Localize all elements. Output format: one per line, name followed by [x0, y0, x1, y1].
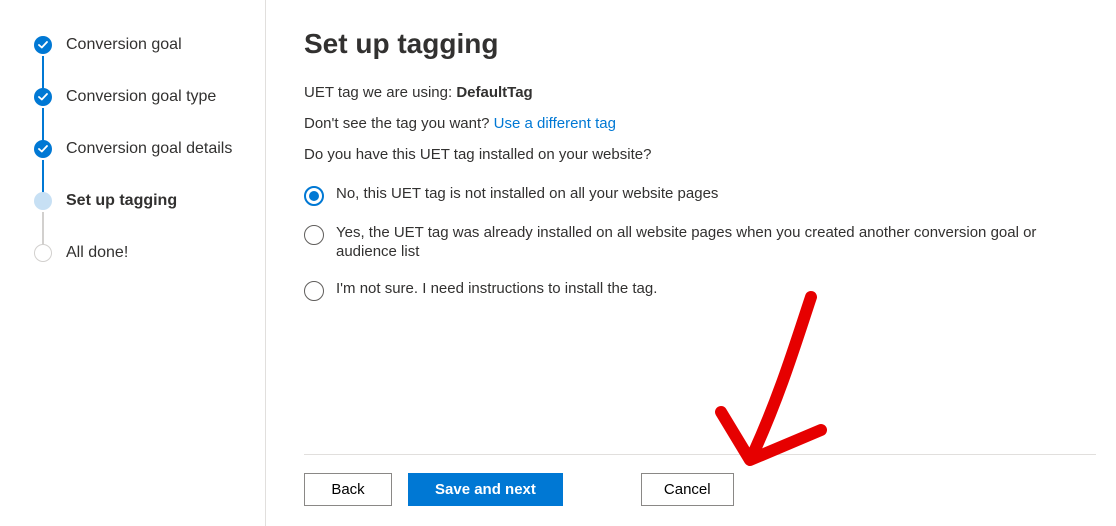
radio-option-not-sure[interactable]: I'm not sure. I need instructions to ins… [304, 280, 1096, 301]
uet-tag-line: UET tag we are using: DefaultTag [304, 84, 1096, 101]
wizard-footer: Back Save and next Cancel [304, 454, 1096, 506]
step-conversion-goal[interactable]: Conversion goal [34, 36, 245, 88]
wizard-steps-sidebar: Conversion goal Conversion goal type Con… [0, 0, 266, 526]
dont-see-line: Don't see the tag you want? Use a differ… [304, 115, 1096, 132]
uet-value: DefaultTag [456, 84, 532, 101]
page-title: Set up tagging [304, 28, 1096, 60]
step-all-done[interactable]: All done! [34, 244, 245, 262]
step-label: All done! [66, 244, 128, 262]
radio-label: Yes, the UET tag was already installed o… [336, 224, 1096, 262]
current-step-icon [34, 192, 52, 210]
radio-option-no[interactable]: No, this UET tag is not installed on all… [304, 185, 1096, 206]
step-conversion-goal-type[interactable]: Conversion goal type [34, 88, 245, 140]
checkmark-icon [34, 140, 52, 158]
dont-see-text: Don't see the tag you want? [304, 115, 494, 132]
step-label: Conversion goal details [66, 140, 232, 158]
save-and-next-button[interactable]: Save and next [408, 473, 563, 506]
spacer [579, 473, 625, 506]
step-conversion-goal-details[interactable]: Conversion goal details [34, 140, 245, 192]
checkmark-icon [34, 88, 52, 106]
step-label: Set up tagging [66, 192, 177, 210]
future-step-icon [34, 244, 52, 262]
radio-icon [304, 281, 324, 301]
radio-option-yes[interactable]: Yes, the UET tag was already installed o… [304, 224, 1096, 262]
step-label: Conversion goal [66, 36, 182, 54]
step-set-up-tagging[interactable]: Set up tagging [34, 192, 245, 244]
use-different-tag-link[interactable]: Use a different tag [494, 115, 616, 132]
radio-icon [304, 225, 324, 245]
cancel-button[interactable]: Cancel [641, 473, 734, 506]
radio-label: No, this UET tag is not installed on all… [336, 185, 718, 204]
back-button[interactable]: Back [304, 473, 392, 506]
radio-icon [304, 186, 324, 206]
step-label: Conversion goal type [66, 88, 216, 106]
checkmark-icon [34, 36, 52, 54]
install-question: Do you have this UET tag installed on yo… [304, 146, 1096, 163]
uet-installed-radio-group: No, this UET tag is not installed on all… [304, 185, 1096, 319]
uet-prefix: UET tag we are using: [304, 84, 456, 101]
radio-label: I'm not sure. I need instructions to ins… [336, 280, 657, 299]
main-content: Set up tagging UET tag we are using: Def… [266, 0, 1116, 526]
